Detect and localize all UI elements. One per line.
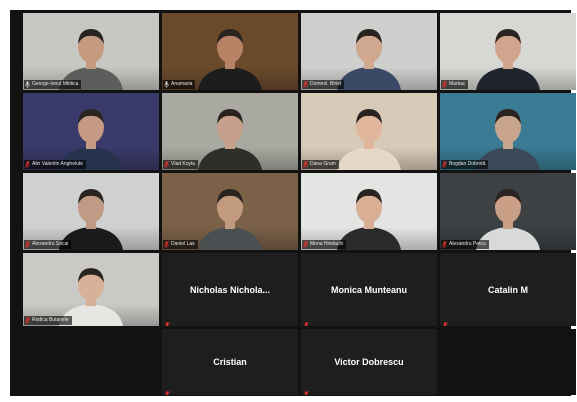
participant-silhouette <box>337 189 401 250</box>
participant-video <box>440 173 576 250</box>
participant-name-tag: Anamaria <box>163 80 196 89</box>
screenshot-frame: George-Ionut Mititica Anamaria Domnel. B… <box>0 0 577 402</box>
participant-tile[interactable]: Domnel. Biriel <box>301 13 437 90</box>
participant-tile[interactable]: Daniel Las <box>162 173 298 250</box>
participant-display-name: Cristian <box>213 357 247 367</box>
participant-name-tag: George-Ionut Mititica <box>24 80 82 89</box>
mic-muted-icon <box>24 241 31 248</box>
mic-muted-icon <box>303 386 309 395</box>
mic-muted-icon <box>163 241 170 248</box>
participant-name: Bogdan Dobrotă <box>449 161 486 167</box>
mic-muted-icon <box>24 161 31 168</box>
participant-name: Mona Hindachi <box>310 241 344 247</box>
participant-display-name: Victor Dobrescu <box>334 357 404 367</box>
participant-tile[interactable]: Dana Grum <box>301 93 437 170</box>
participant-tile[interactable]: Mona Hindachi <box>301 173 437 250</box>
mic-muted-icon <box>302 241 309 248</box>
participant-tile-video-off[interactable]: Nicholas Nichola... <box>162 253 298 326</box>
mic-muted-icon <box>303 317 309 326</box>
participant-silhouette <box>198 189 262 250</box>
participant-name-tag: Alexandru Socai <box>24 240 72 249</box>
participant-name: Alexandru Socai <box>32 241 69 247</box>
mic-muted-icon <box>24 317 31 324</box>
participant-name: Daniel Las <box>171 241 195 247</box>
participant-display-name: Nicholas Nichola... <box>189 284 271 295</box>
gallery-view: George-Ionut Mititica Anamaria Domnel. B… <box>10 10 576 396</box>
participant-silhouette <box>476 29 540 90</box>
participant-tile[interactable]: Rodica Butanele <box>23 253 159 326</box>
participant-name-tag: Alexandru Petcu <box>441 240 489 249</box>
participant-name: Alin Valentin Anghelute <box>32 161 84 167</box>
empty-grid-cell <box>23 329 159 395</box>
participant-silhouette <box>337 29 401 90</box>
participant-video <box>23 13 159 90</box>
participant-display-name: Catalin M <box>487 284 528 295</box>
participant-name: Domnel. Biriel <box>310 81 342 87</box>
participant-silhouette <box>198 109 262 170</box>
mic-muted-icon <box>302 81 309 88</box>
participant-name-tag: Alin Valentin Anghelute <box>24 160 87 169</box>
participant-video <box>23 173 159 250</box>
participant-display-name: Monica Munteanu <box>331 284 407 295</box>
participant-silhouette <box>198 29 262 90</box>
participant-tile[interactable]: Vlad Koyia <box>162 93 298 170</box>
participant-video <box>301 13 437 90</box>
microphone-icon <box>164 81 169 88</box>
mic-muted-icon <box>441 161 448 168</box>
participant-video <box>23 93 159 170</box>
participant-silhouette <box>59 189 123 250</box>
participant-video <box>162 13 298 90</box>
participant-video <box>440 13 576 90</box>
participant-name: Vlad Koyia <box>171 161 195 167</box>
mic-muted-icon <box>164 317 170 326</box>
participant-tile[interactable]: Alin Valentin Anghelute <box>23 93 159 170</box>
participant-name: Rodica Butanele <box>32 317 69 323</box>
participant-name-tag: Vlad Koyia <box>163 160 198 169</box>
participant-tile-video-off[interactable]: Catalin M <box>440 253 576 326</box>
participant-video <box>440 93 576 170</box>
participant-name: George-Ionut Mititica <box>32 81 79 87</box>
mic-muted-icon <box>164 386 170 395</box>
participant-tile[interactable]: George-Ionut Mititica <box>23 13 159 90</box>
participant-silhouette <box>59 109 123 170</box>
participant-tile[interactable]: Anamaria <box>162 13 298 90</box>
microphone-icon <box>25 81 30 88</box>
mic-muted-icon <box>441 241 448 248</box>
participant-tile[interactable]: Alexandru Petcu <box>440 173 576 250</box>
participant-name-tag: Rodica Butanele <box>24 316 72 325</box>
mic-muted-icon <box>441 81 448 88</box>
participant-silhouette <box>337 109 401 170</box>
participant-name: Alexandru Petcu <box>449 241 486 247</box>
participant-tile[interactable]: Markac <box>440 13 576 90</box>
participant-name: Anamaria <box>171 81 193 87</box>
participant-silhouette <box>59 29 123 90</box>
participant-video <box>162 173 298 250</box>
participant-name: Dana Grum <box>310 161 336 167</box>
participant-name-tag: Domnel. Biriel <box>302 80 345 89</box>
participant-tile-video-off[interactable]: Cristian <box>162 329 298 395</box>
participant-tile-video-off[interactable]: Monica Munteanu <box>301 253 437 326</box>
empty-grid-cell <box>440 329 576 395</box>
participant-name-tag: Mona Hindachi <box>302 240 347 249</box>
participant-name-tag: Daniel Las <box>163 240 198 249</box>
mic-muted-icon <box>302 161 309 168</box>
participant-tile-video-off[interactable]: Victor Dobrescu <box>301 329 437 395</box>
participant-name-tag: Dana Grum <box>302 160 339 169</box>
participant-video <box>301 173 437 250</box>
participant-silhouette <box>476 189 540 250</box>
participant-name-tag: Bogdan Dobrotă <box>441 160 489 169</box>
mic-muted-icon <box>442 317 448 326</box>
participant-tile[interactable]: Alexandru Socai <box>23 173 159 250</box>
participant-name-tag: Markac <box>441 80 469 89</box>
mic-muted-icon <box>163 161 170 168</box>
participant-video <box>301 93 437 170</box>
participant-name: Markac <box>449 81 466 87</box>
participant-video <box>162 93 298 170</box>
participant-tile[interactable]: Bogdan Dobrotă <box>440 93 576 170</box>
participant-silhouette <box>476 109 540 170</box>
